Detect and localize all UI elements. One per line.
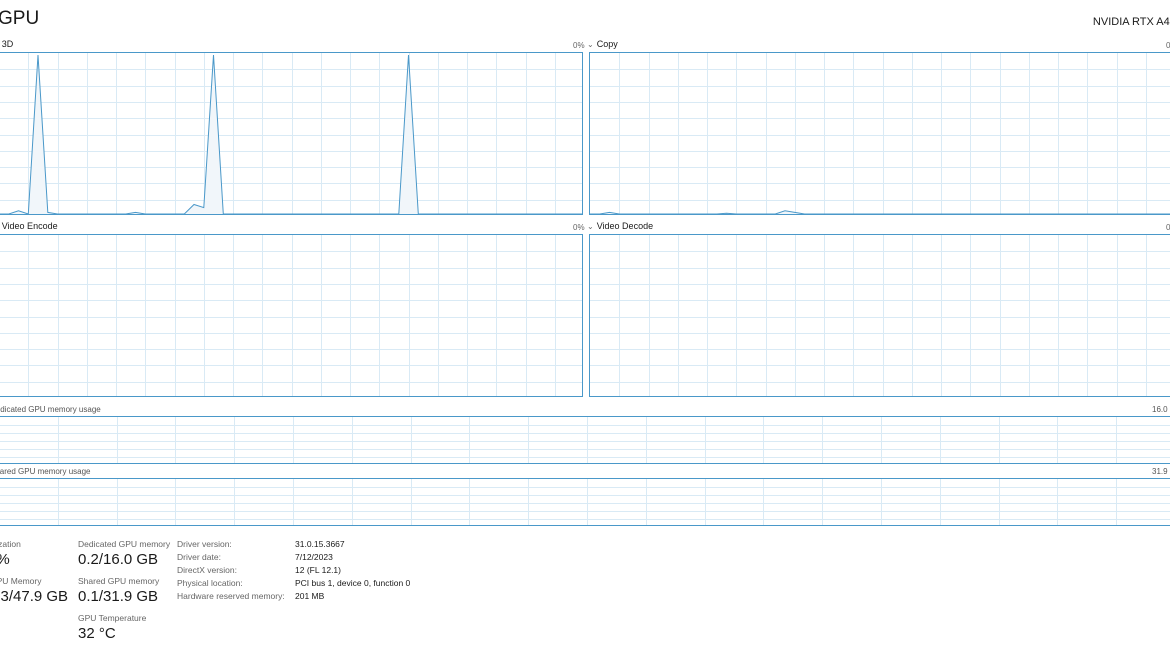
directx-version-label: DirectX version: bbox=[177, 565, 237, 575]
shared-memory-graph-label: Shared GPU memory usage bbox=[0, 467, 91, 476]
dedicated-memory-value: 0.2/16.0 GB bbox=[78, 551, 159, 568]
driver-version-label: Driver version: bbox=[177, 539, 232, 549]
graph-video-encode bbox=[0, 234, 583, 397]
page-title: GPU bbox=[0, 8, 40, 29]
driver-date-value: 7/12/2023 bbox=[295, 552, 333, 562]
dedicated-memory-graph-label: Dedicated GPU memory usage bbox=[0, 405, 101, 414]
physical-location-value: PCI bus 1, device 0, function 0 bbox=[295, 578, 411, 588]
utilization-label: Utilization bbox=[0, 539, 21, 549]
driver-date-label: Driver date: bbox=[177, 552, 221, 562]
graph-3d bbox=[0, 52, 583, 215]
dedicated-memory-label: Dedicated GPU memory bbox=[78, 539, 171, 549]
engine-name: Video Encode bbox=[1, 221, 58, 231]
chevron-down-icon: ⌄ bbox=[587, 222, 594, 231]
dedicated-memory-graph-max: 16.0 GB bbox=[1152, 405, 1170, 414]
temperature-label: GPU Temperature bbox=[78, 613, 147, 623]
graph-video-decode bbox=[589, 234, 1170, 397]
shared-memory-graph-svg bbox=[0, 479, 1170, 525]
gpu-memory-label: GPU Memory bbox=[0, 576, 42, 586]
shared-memory-graph bbox=[0, 478, 1170, 526]
graph-copy-line bbox=[590, 210, 1170, 214]
engine-percent: 0% bbox=[1166, 223, 1170, 232]
gpu-memory-value: 0.3/47.9 GB bbox=[0, 588, 69, 605]
reserved-memory-label: Hardware reserved memory: bbox=[177, 591, 285, 601]
dedicated-memory-graph-svg bbox=[0, 417, 1170, 463]
dedicated-memory-graph bbox=[0, 416, 1170, 464]
utilization-value: 0% bbox=[0, 551, 10, 568]
chevron-down-icon: ⌄ bbox=[587, 40, 594, 49]
reserved-memory-value: 201 MB bbox=[295, 591, 325, 601]
gpu-device-name: NVIDIA RTX A400 bbox=[1092, 16, 1170, 28]
engine-percent: 0% bbox=[573, 223, 585, 232]
engine-name: 3D bbox=[1, 39, 14, 49]
engine-percent: 0% bbox=[573, 41, 585, 50]
engine-name: Video Decode bbox=[596, 221, 654, 231]
driver-version-value: 31.0.15.3667 bbox=[295, 539, 345, 549]
engine-selector-video-decode[interactable]: ⌄ Video Decode bbox=[587, 221, 653, 231]
shared-memory-label: Shared GPU memory bbox=[78, 576, 160, 586]
engine-name: Copy bbox=[596, 39, 618, 49]
graph-video-encode-svg bbox=[0, 235, 582, 396]
graph-3d-svg bbox=[0, 53, 582, 214]
graph-copy bbox=[589, 52, 1170, 215]
graph-copy-svg bbox=[590, 53, 1170, 214]
graph-video-decode-svg bbox=[590, 235, 1170, 396]
engine-selector-video-encode[interactable]: ⌄Video Encode bbox=[0, 221, 58, 231]
shared-memory-value: 0.1/31.9 GB bbox=[78, 588, 159, 605]
engine-selector-copy[interactable]: ⌄ Copy bbox=[587, 39, 618, 49]
engine-selector-3d[interactable]: ⌄3D bbox=[0, 39, 14, 49]
physical-location-label: Physical location: bbox=[177, 578, 243, 588]
shared-memory-graph-max: 31.9 GB bbox=[1152, 467, 1170, 476]
directx-version-value: 12 (FL 12.1) bbox=[295, 565, 341, 575]
temperature-value: 32 °C bbox=[78, 625, 116, 642]
engine-percent: 0% bbox=[1166, 41, 1170, 50]
